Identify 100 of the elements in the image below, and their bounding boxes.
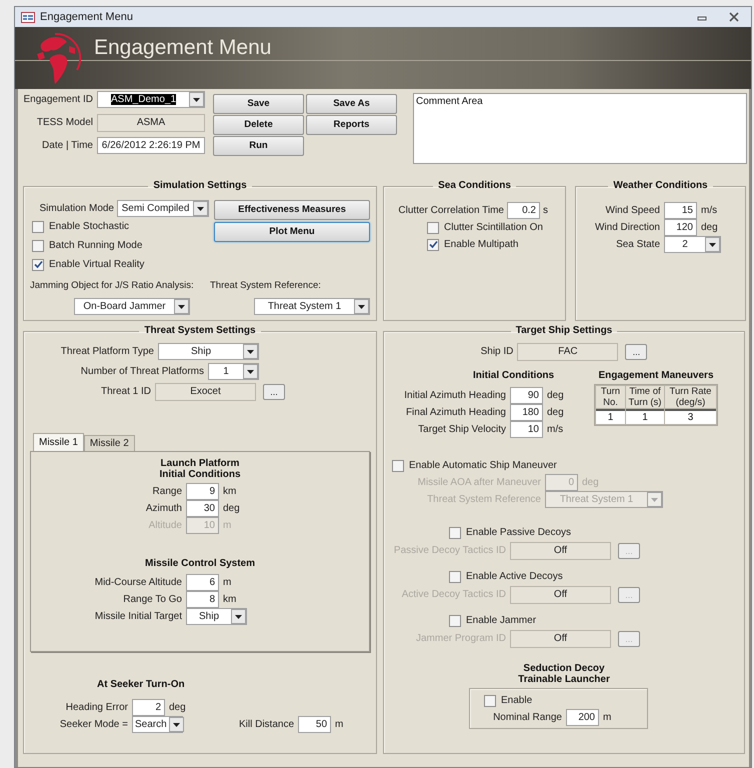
table-cell[interactable]: 1 (626, 409, 664, 424)
text-field[interactable]: 30 (186, 500, 219, 517)
field-label: Range (152, 485, 182, 499)
browse-button[interactable]: ... (625, 344, 648, 360)
dropdown[interactable]: On-Board Jammer (74, 298, 190, 316)
text-field[interactable]: 180 (510, 404, 543, 421)
table-cell[interactable]: 3 (665, 409, 716, 424)
text-field[interactable]: 9 (186, 483, 219, 500)
checkbox[interactable] (449, 526, 461, 538)
field-label: Altitude (148, 519, 182, 533)
action-button[interactable]: Save (213, 94, 304, 114)
unit-label: deg (582, 476, 599, 490)
field-label: Simulation Mode (38, 202, 114, 216)
field-label: Threat System Reference (426, 493, 541, 507)
field-label: Ship ID (480, 345, 514, 359)
section-title: Seduction Decoy (522, 663, 606, 674)
text-field[interactable]: 0.2 (507, 202, 540, 219)
field-label: Jammer Program ID (414, 632, 506, 646)
dropdown[interactable]: Search (132, 716, 183, 733)
text-field[interactable]: 120 (664, 219, 697, 236)
unit-label: m (223, 519, 232, 533)
text-field[interactable]: 90 (510, 387, 543, 404)
dropdown[interactable]: Threat System 1 (254, 298, 370, 316)
check-icon (34, 260, 42, 269)
checkbox-label: Batch Running Mode (49, 239, 142, 253)
field-label: Date | Time (41, 139, 93, 153)
action-button[interactable]: Plot Menu (214, 222, 370, 242)
checkbox-label: Clutter Scintillation On (444, 221, 543, 235)
group-title: Weather Conditions (612, 179, 709, 193)
dropdown[interactable]: ASM_Demo_1 (97, 91, 205, 108)
unit-label: deg (169, 701, 186, 715)
field-label: Initial Azimuth Heading (403, 389, 506, 403)
field-label: Missile AOA after Maneuver (416, 476, 541, 490)
field-label: Active Decoy Tactics ID (400, 588, 506, 602)
action-button[interactable]: Save As (306, 94, 397, 114)
checkbox[interactable] (392, 460, 404, 472)
field-label: Seeker Mode = (58, 718, 128, 732)
tab[interactable]: Missile 2 (84, 435, 135, 451)
table-cell[interactable]: 1 (596, 409, 625, 424)
field-label: TESS Model (36, 116, 93, 130)
readonly-field: Off (510, 586, 611, 604)
section-title: Trainable Launcher (517, 674, 611, 685)
field-label: Target Ship Velocity (417, 423, 506, 437)
group-title: Threat System Settings (143, 324, 257, 338)
text-field[interactable]: 6 (186, 574, 219, 591)
text-field[interactable]: 200 (566, 709, 599, 726)
checkbox[interactable] (32, 220, 44, 232)
dropdown[interactable]: 1 (208, 363, 259, 380)
section-title: Launch Platform (160, 458, 240, 469)
unit-label: deg (547, 389, 564, 403)
dropdown[interactable]: Semi Compiled (117, 200, 209, 217)
section-title: At Seeker Turn-On (97, 679, 186, 691)
readonly-field: Off (510, 542, 611, 560)
text-field[interactable]: 50 (298, 716, 332, 733)
text-field[interactable]: 6/26/2012 2:26:19 PM (97, 137, 205, 154)
browse-button[interactable]: ... (263, 384, 285, 400)
action-button[interactable]: Effectiveness Measures (214, 200, 370, 220)
unit-label: m (223, 576, 232, 590)
unit-label: m (603, 711, 612, 725)
action-button[interactable]: Delete (213, 115, 304, 135)
checkbox-label: Enable Jammer (466, 614, 536, 628)
form-icon (21, 12, 35, 22)
dropdown[interactable]: Ship (158, 343, 259, 360)
field-label: Sea State (615, 238, 660, 252)
checkbox-label: Enable Active Decoys (466, 570, 563, 584)
dropdown[interactable]: Ship (186, 608, 247, 625)
field-label: Threat 1 ID (100, 385, 151, 399)
checkbox[interactable] (484, 694, 496, 706)
text-field[interactable]: 15 (664, 202, 697, 219)
checkbox[interactable] (427, 238, 439, 250)
unit-label: m/s (547, 423, 564, 437)
checkbox[interactable] (32, 240, 44, 252)
unit-label: m (335, 718, 344, 732)
checkbox-label: Enable (501, 694, 532, 708)
field-label: Engagement ID (23, 93, 93, 107)
group-title: Sea Conditions (437, 179, 512, 193)
text-field[interactable]: 2 (132, 699, 165, 716)
tab[interactable]: Missile 1 (33, 433, 84, 451)
dropdown[interactable]: 2 (664, 236, 721, 253)
close-icon[interactable] (729, 12, 739, 22)
checkbox[interactable] (427, 222, 439, 234)
checkbox[interactable] (449, 614, 461, 626)
checkbox[interactable] (449, 570, 461, 582)
comment-area[interactable]: Comment Area (413, 93, 747, 164)
field-label: Threat System Reference: (210, 279, 321, 293)
unit-label: km (223, 593, 236, 607)
section-title: Initial Conditions (472, 370, 556, 382)
unit-label: deg (547, 406, 564, 420)
field-label: Wind Speed (604, 204, 660, 218)
text-field[interactable]: 10 (510, 421, 543, 438)
field-label: Missile Initial Target (94, 610, 182, 624)
checkbox-label: Enable Passive Decoys (466, 526, 572, 540)
checkbox[interactable] (32, 258, 44, 270)
text-field[interactable]: 8 (186, 591, 219, 608)
section-title: Engagement Maneuvers (597, 370, 715, 382)
action-button[interactable]: Reports (306, 115, 397, 135)
unit-label: s (543, 204, 548, 218)
field-label: Azimuth (144, 502, 182, 516)
action-button[interactable]: Run (213, 136, 304, 156)
column-header: Time of Turn (s) (626, 386, 664, 408)
